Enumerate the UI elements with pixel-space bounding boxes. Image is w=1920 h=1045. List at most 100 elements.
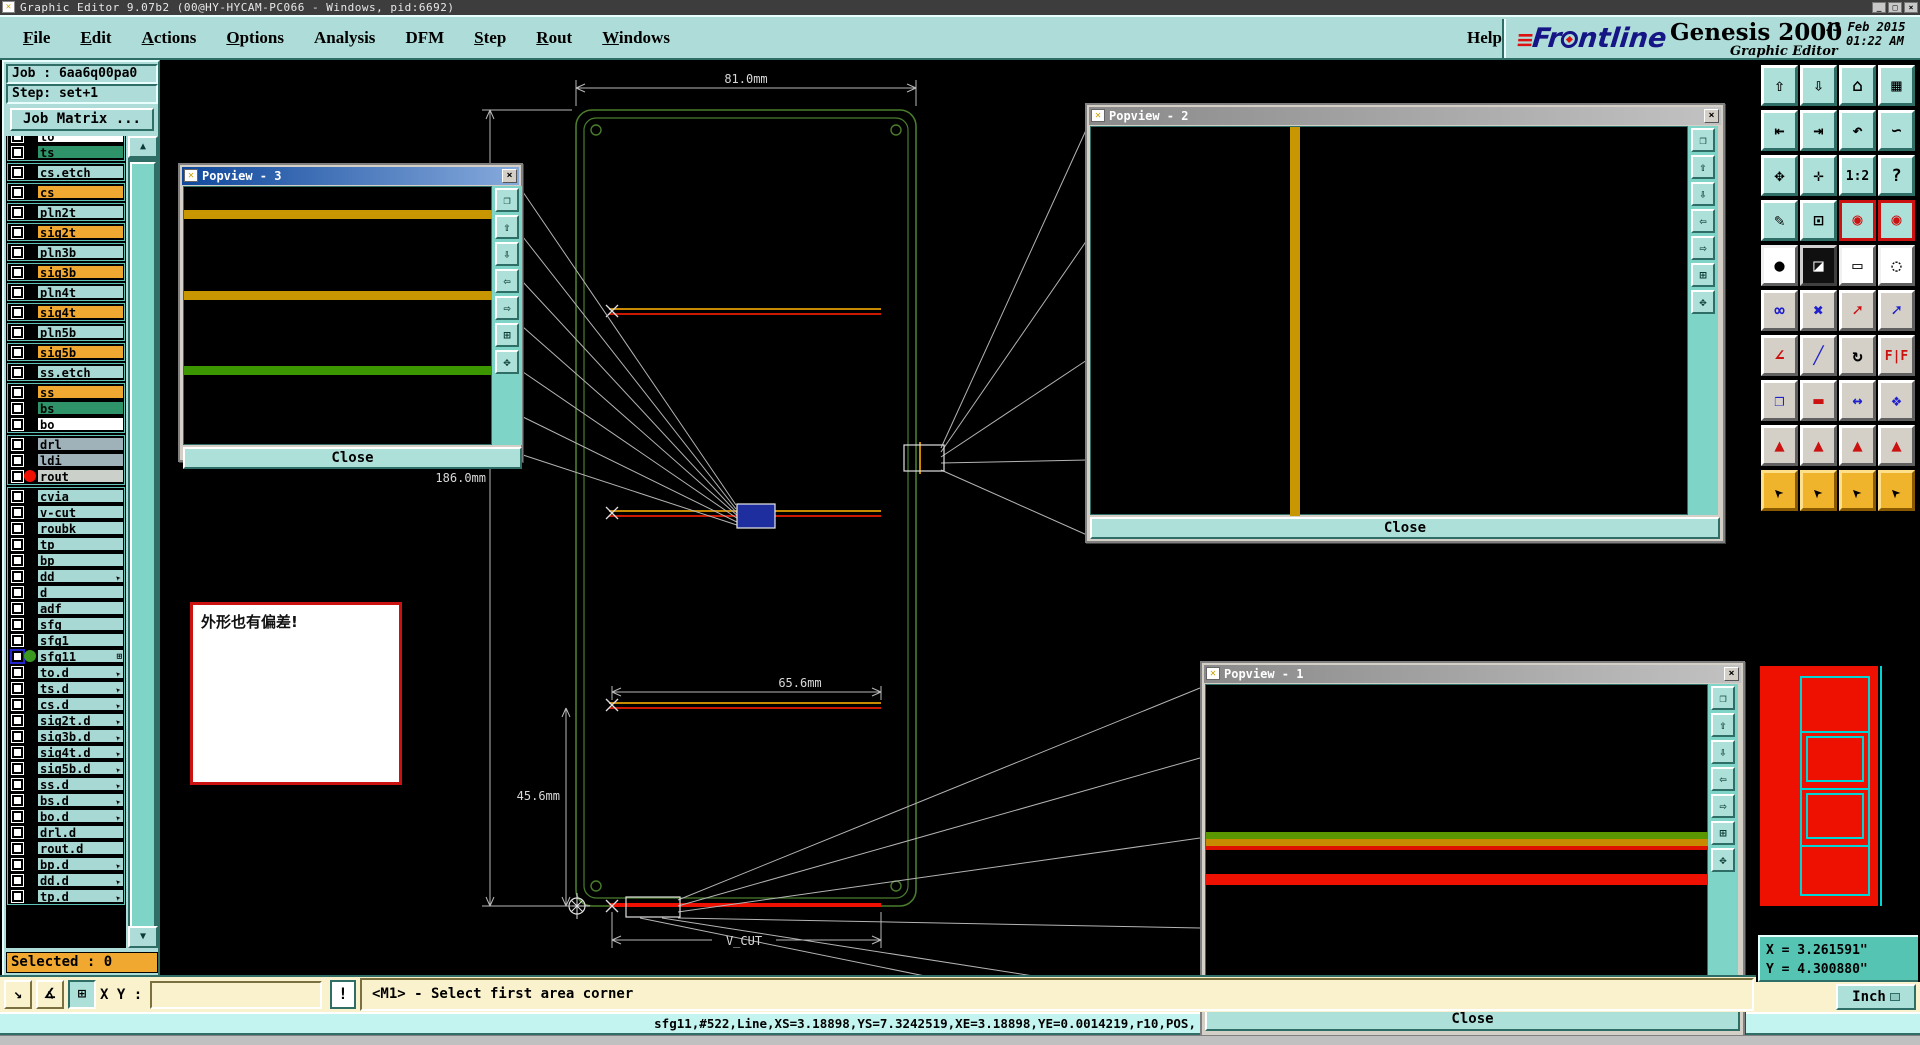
layer-name[interactable]: bo — [37, 417, 124, 432]
layer-visibility-checkbox[interactable] — [12, 286, 23, 298]
layer-name[interactable]: ts.d ➤ — [37, 681, 124, 696]
scroll-up-button[interactable]: ▲ — [128, 136, 158, 158]
layer-visibility-checkbox[interactable] — [12, 402, 23, 414]
layer-name[interactable]: to.d ➤ — [37, 665, 124, 680]
layer-name[interactable]: sig3b.d ➤ — [37, 729, 124, 744]
layer-visibility-checkbox[interactable] — [12, 826, 23, 838]
zoom-grid-button[interactable]: ⊞ — [495, 323, 519, 347]
layer-name[interactable]: bp — [37, 553, 124, 568]
layer-name[interactable]: sig2t.d ➤ — [37, 713, 124, 728]
layer-name[interactable]: sig5b — [37, 345, 124, 360]
layer-visibility-checkbox[interactable] — [12, 842, 23, 854]
layer-name[interactable]: pln3b — [37, 245, 124, 260]
layer-row-ts.d[interactable]: ts.d ➤ — [8, 680, 124, 696]
move-point-button[interactable]: ➚ — [1839, 290, 1876, 331]
layer-row-to[interactable]: to — [8, 136, 124, 144]
layer-visibility-checkbox[interactable] — [12, 538, 23, 550]
cursor-frame-button[interactable]: ➤ — [1800, 470, 1837, 511]
layer-name[interactable]: cs.d ➤ — [37, 697, 124, 712]
zoom-in-button[interactable]: ⇧ — [1761, 65, 1798, 106]
layer-name[interactable]: cs.etch — [37, 165, 124, 180]
layer-row-sfg1[interactable]: sfg1 — [8, 632, 124, 648]
layer-name[interactable]: tp.d ➤ — [37, 889, 124, 904]
arc-rotate-button[interactable]: ↻ — [1839, 335, 1876, 376]
menu-rout[interactable]: Rout — [521, 17, 587, 58]
popview-3-canvas[interactable] — [183, 186, 493, 445]
layer-visibility-checkbox[interactable] — [12, 266, 23, 278]
layer-name[interactable]: v-cut — [37, 505, 124, 520]
pan-up-button[interactable]: ⇧ — [495, 215, 519, 239]
draw-tools-button[interactable]: ✎ — [1761, 200, 1798, 241]
grid-toggle-button[interactable]: ⊞ — [68, 980, 96, 1009]
undo-view-button[interactable]: ↶ — [1839, 110, 1876, 151]
pan-left-button[interactable]: ⇦ — [495, 269, 519, 293]
layer-name[interactable]: pln2t — [37, 205, 124, 220]
layer-visibility-checkbox[interactable] — [12, 586, 23, 598]
drc-arrow-3-button[interactable]: ▲ — [1839, 425, 1876, 466]
scroll-thumb[interactable] — [130, 162, 156, 942]
layer-visibility-checkbox[interactable] — [12, 794, 23, 806]
layer-name[interactable]: bs — [37, 401, 124, 416]
layer-scrollbar[interactable]: ▲ ▼ — [128, 136, 158, 948]
layer-name[interactable]: to — [37, 136, 124, 144]
layer-row-bs.d[interactable]: bs.d ➤ — [8, 792, 124, 808]
popview-1-close-icon[interactable]: × — [1724, 667, 1739, 681]
boolean-shapes-button[interactable]: ❖ — [1878, 380, 1915, 421]
net-compare-b-button[interactable]: ◉ — [1878, 200, 1915, 241]
help-button[interactable]: ? — [1878, 155, 1915, 196]
center-view-button[interactable]: ✛ — [1800, 155, 1837, 196]
layer-row-to.d[interactable]: to.d ➤ — [8, 664, 124, 680]
popview-2-close-icon[interactable]: × — [1704, 109, 1719, 123]
transform-button[interactable]: ◪ — [1800, 245, 1837, 286]
layer-visibility-checkbox[interactable] — [12, 602, 23, 614]
layer-name[interactable]: sig3b — [37, 265, 124, 280]
layer-visibility-checkbox[interactable] — [12, 714, 23, 726]
popview-3-titlebar[interactable]: ✕ Popview - 3 × — [182, 167, 519, 185]
pan-right-button[interactable]: ⇨ — [495, 296, 519, 320]
window-duplicate-button[interactable]: ❐ — [1691, 128, 1715, 152]
pan-left-button[interactable]: ⇦ — [1691, 209, 1715, 233]
layer-visibility-checkbox[interactable] — [12, 810, 23, 822]
layer-row-sig2t.d[interactable]: sig2t.d ➤ — [8, 712, 124, 728]
layer-row-dd[interactable]: dd ➤ — [8, 568, 124, 584]
layer-row-sig5b.d[interactable]: sig5b.d ➤ — [8, 760, 124, 776]
layer-name[interactable]: pln4t — [37, 285, 124, 300]
layer-name[interactable]: cvia — [37, 489, 124, 504]
layer-name[interactable]: tp — [37, 537, 124, 552]
layer-name[interactable]: sig2t — [37, 225, 124, 240]
layer-visibility-checkbox[interactable] — [12, 618, 23, 630]
layer-row-sig3b.d[interactable]: sig3b.d ➤ — [8, 728, 124, 744]
layer-row-sfg[interactable]: sfg — [8, 616, 124, 632]
layer-row-ts[interactable]: ts — [8, 144, 124, 160]
pan-right-button[interactable]: ⇨ — [1711, 794, 1735, 818]
close-button[interactable]: × — [1904, 2, 1918, 13]
menu-actions[interactable]: Actions — [127, 17, 212, 58]
layer-visibility-checkbox[interactable] — [12, 206, 23, 218]
select-area-button[interactable]: ◌ — [1878, 245, 1915, 286]
layer-row-bo[interactable]: bo — [8, 416, 124, 432]
layer-row-roubk[interactable]: roubk — [8, 520, 124, 536]
scale-1-2-button[interactable]: 1:2 — [1839, 155, 1876, 196]
layer-row-bp.d[interactable]: bp.d ➤ — [8, 856, 124, 872]
menu-windows[interactable]: Windows — [587, 17, 685, 58]
pan-up-button[interactable]: ⇧ — [1711, 713, 1735, 737]
layer-row-sfg11[interactable]: sfg11 ⊞ — [8, 648, 124, 664]
slope-line-button[interactable]: ╱ — [1800, 335, 1837, 376]
layer-row-adf[interactable]: adf — [8, 600, 124, 616]
pan-down-button[interactable]: ⇩ — [1691, 182, 1715, 206]
layer-visibility-checkbox[interactable] — [12, 778, 23, 790]
layer-visibility-checkbox[interactable] — [12, 858, 23, 870]
cursor-octagon-button[interactable]: ➤ — [1839, 470, 1876, 511]
serpentine-button[interactable]: ∽ — [1878, 110, 1915, 151]
stretch-line-button[interactable]: ▬ — [1800, 380, 1837, 421]
fit-view-button[interactable]: ✥ — [1761, 155, 1798, 196]
menu-file[interactable]: File — [8, 17, 65, 58]
layer-visibility-checkbox[interactable] — [12, 366, 23, 378]
popview-1-canvas[interactable] — [1199, 684, 1709, 1005]
net-compare-a-button[interactable]: ◉ — [1839, 200, 1876, 241]
layer-visibility-checkbox[interactable] — [12, 146, 23, 158]
layer-name[interactable]: sig5b.d ➤ — [37, 761, 124, 776]
scroll-down-button[interactable]: ▼ — [128, 926, 158, 948]
layer-visibility-checkbox[interactable] — [12, 506, 23, 518]
layer-row-cvia[interactable]: cvia — [8, 488, 124, 504]
